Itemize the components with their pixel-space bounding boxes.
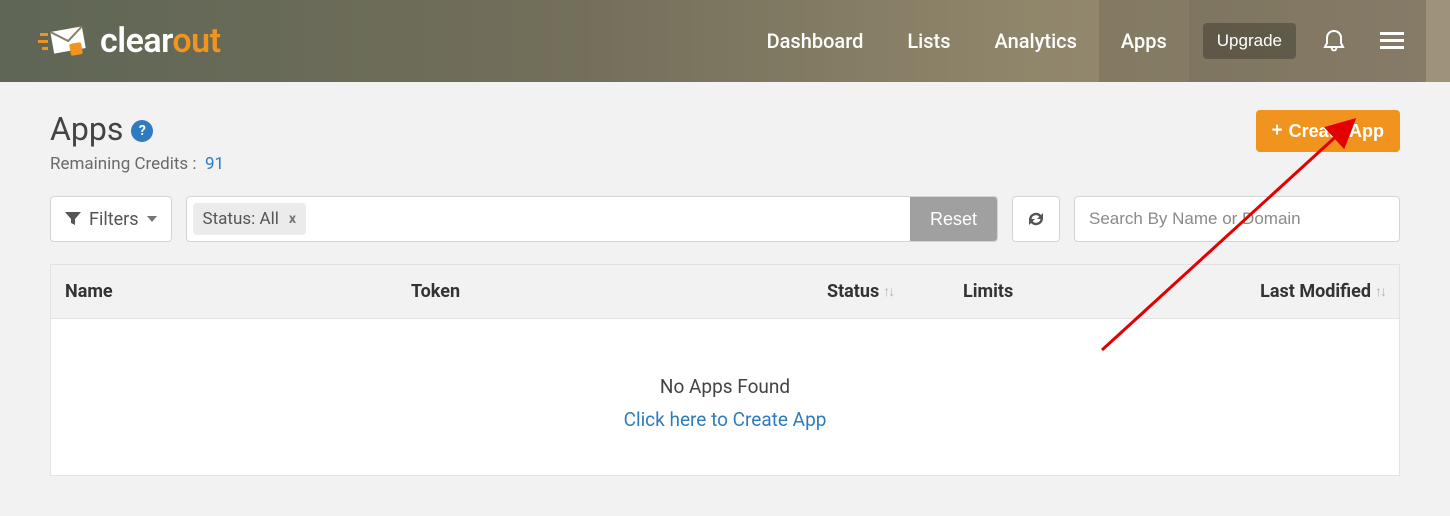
- table-header-row: Name Token Status ↑↓ Limits Last Modifie…: [51, 265, 1399, 319]
- refresh-button[interactable]: [1012, 196, 1060, 242]
- empty-create-link[interactable]: Click here to Create App: [51, 408, 1399, 431]
- brand-logo[interactable]: clearout: [38, 21, 221, 61]
- search-input[interactable]: [1074, 196, 1400, 242]
- apps-table: Name Token Status ↑↓ Limits Last Modifie…: [50, 264, 1400, 476]
- page-content: Apps ? Remaining Credits : 91 + Create A…: [0, 82, 1450, 516]
- nav-link-lists[interactable]: Lists: [885, 0, 972, 82]
- filter-row: Filters Status: All x Reset: [50, 196, 1400, 242]
- nav-link-analytics[interactable]: Analytics: [973, 0, 1099, 82]
- credits-line: Remaining Credits : 91: [50, 154, 1256, 174]
- filter-chip-remove-icon[interactable]: x: [289, 211, 296, 227]
- credits-value[interactable]: 91: [205, 154, 224, 174]
- page-title-text: Apps: [50, 110, 123, 148]
- refresh-icon: [1026, 210, 1046, 228]
- create-app-button[interactable]: + Create App: [1256, 110, 1400, 152]
- reset-button[interactable]: Reset: [910, 197, 997, 241]
- table-empty-state: No Apps Found Click here to Create App: [51, 319, 1399, 475]
- column-header-status[interactable]: Status ↑↓: [827, 281, 963, 302]
- nav-link-dashboard[interactable]: Dashboard: [745, 0, 886, 82]
- column-header-limits[interactable]: Limits: [963, 281, 1183, 302]
- notifications-icon[interactable]: [1314, 21, 1354, 61]
- column-header-token[interactable]: Token: [411, 281, 827, 302]
- nav-link-apps[interactable]: Apps: [1099, 0, 1189, 82]
- column-header-status-label: Status: [827, 281, 879, 302]
- filter-chip-status[interactable]: Status: All x: [193, 203, 306, 235]
- help-icon[interactable]: ?: [131, 120, 153, 142]
- funnel-icon: [65, 212, 81, 226]
- brand-text: clearout: [100, 21, 221, 61]
- top-navbar: clearout Dashboard Lists Analytics Apps …: [0, 0, 1450, 82]
- active-filter-bar: Status: All x Reset: [186, 196, 998, 242]
- filters-button[interactable]: Filters: [50, 196, 172, 242]
- nav-links: Dashboard Lists Analytics Apps: [745, 0, 1189, 82]
- page-header: Apps ? Remaining Credits : 91 + Create A…: [50, 110, 1400, 174]
- credits-label: Remaining Credits :: [50, 154, 197, 174]
- brand-text-part1: clear: [100, 21, 172, 61]
- filter-chip-label: Status: All: [203, 209, 279, 229]
- filters-label: Filters: [89, 209, 139, 230]
- brand-icon: [38, 21, 92, 61]
- column-header-name[interactable]: Name: [65, 281, 411, 302]
- empty-message: No Apps Found: [51, 375, 1399, 398]
- create-app-label: Create App: [1289, 121, 1384, 142]
- nav-right-group: Upgrade: [1189, 0, 1426, 82]
- column-header-modified-label: Last Modified: [1260, 281, 1371, 302]
- page-title: Apps ?: [50, 110, 1256, 148]
- column-header-modified[interactable]: Last Modified ↑↓: [1183, 281, 1385, 302]
- brand-text-part2: out: [172, 21, 220, 61]
- chevron-down-icon: [147, 216, 157, 222]
- hamburger-menu-icon[interactable]: [1372, 21, 1412, 61]
- sort-icon: ↑↓: [1375, 283, 1385, 300]
- sort-icon: ↑↓: [883, 283, 893, 300]
- upgrade-button[interactable]: Upgrade: [1203, 23, 1296, 59]
- plus-icon: +: [1272, 120, 1283, 142]
